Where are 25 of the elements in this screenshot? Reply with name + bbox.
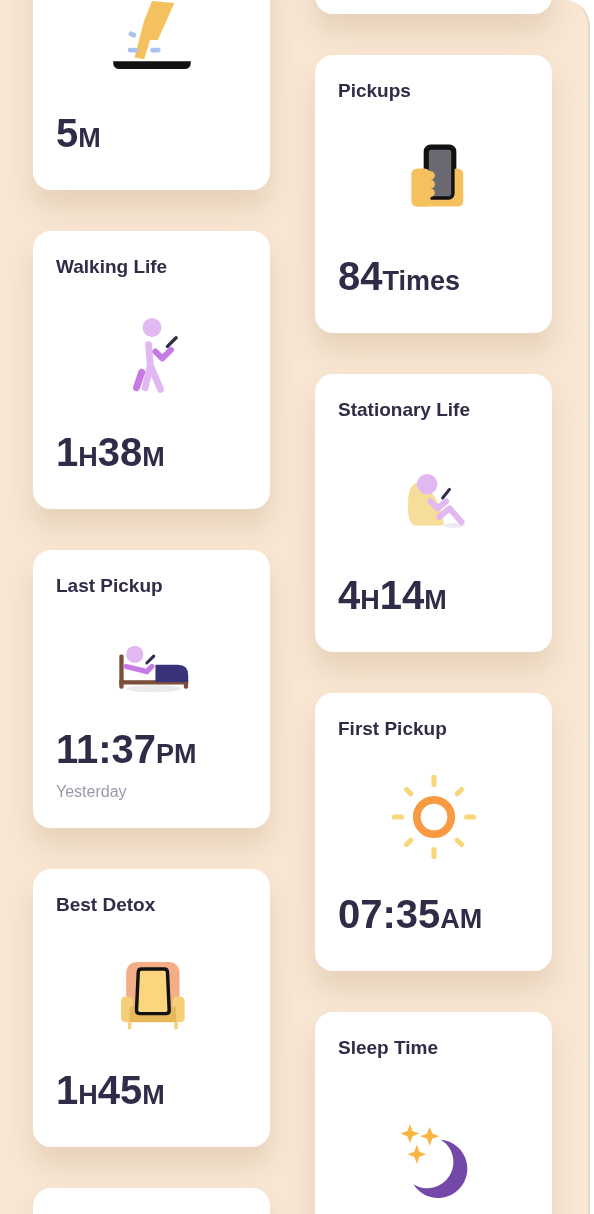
stat-value: 07:35AM (338, 892, 484, 938)
stat-card[interactable]: First Pickup 07:35AM (315, 693, 552, 971)
stat-value: 84Times (338, 254, 462, 300)
stat-note: Yesterday (56, 782, 128, 802)
stat-card[interactable]: 5M (33, 0, 270, 190)
card-title: Best Detox (56, 893, 157, 917)
stat-card[interactable]: Last Pickup 11:37PM Yesterday (33, 550, 270, 828)
stat-card[interactable]: Walking Life 1H38M (33, 231, 270, 509)
card-title: Last Pickup (56, 574, 164, 598)
stat-value: 4H14M (338, 573, 448, 619)
finger-tap-icon (110, 0, 193, 71)
stat-card[interactable]: Pickups 84Times (315, 55, 552, 333)
card-title: First Pickup (338, 717, 448, 741)
card-title: Walking Life (56, 255, 169, 279)
card-title: Pickups (338, 79, 412, 103)
stat-card[interactable]: Best Detox 1H45M (33, 869, 270, 1147)
stat-value: 5M (56, 111, 102, 157)
stat-card[interactable]: Stationary Life 4H14M (315, 374, 552, 652)
sun-icon (390, 773, 477, 860)
card-title: Sleep Time (338, 1036, 439, 1060)
stat-value: 1H38M (56, 430, 166, 476)
stat-value: 1H45M (56, 1068, 166, 1114)
card-title: Stationary Life (338, 398, 471, 422)
stat-value: 11:37PM (56, 727, 198, 773)
stat-card[interactable]: Sleep Time (315, 1012, 552, 1214)
